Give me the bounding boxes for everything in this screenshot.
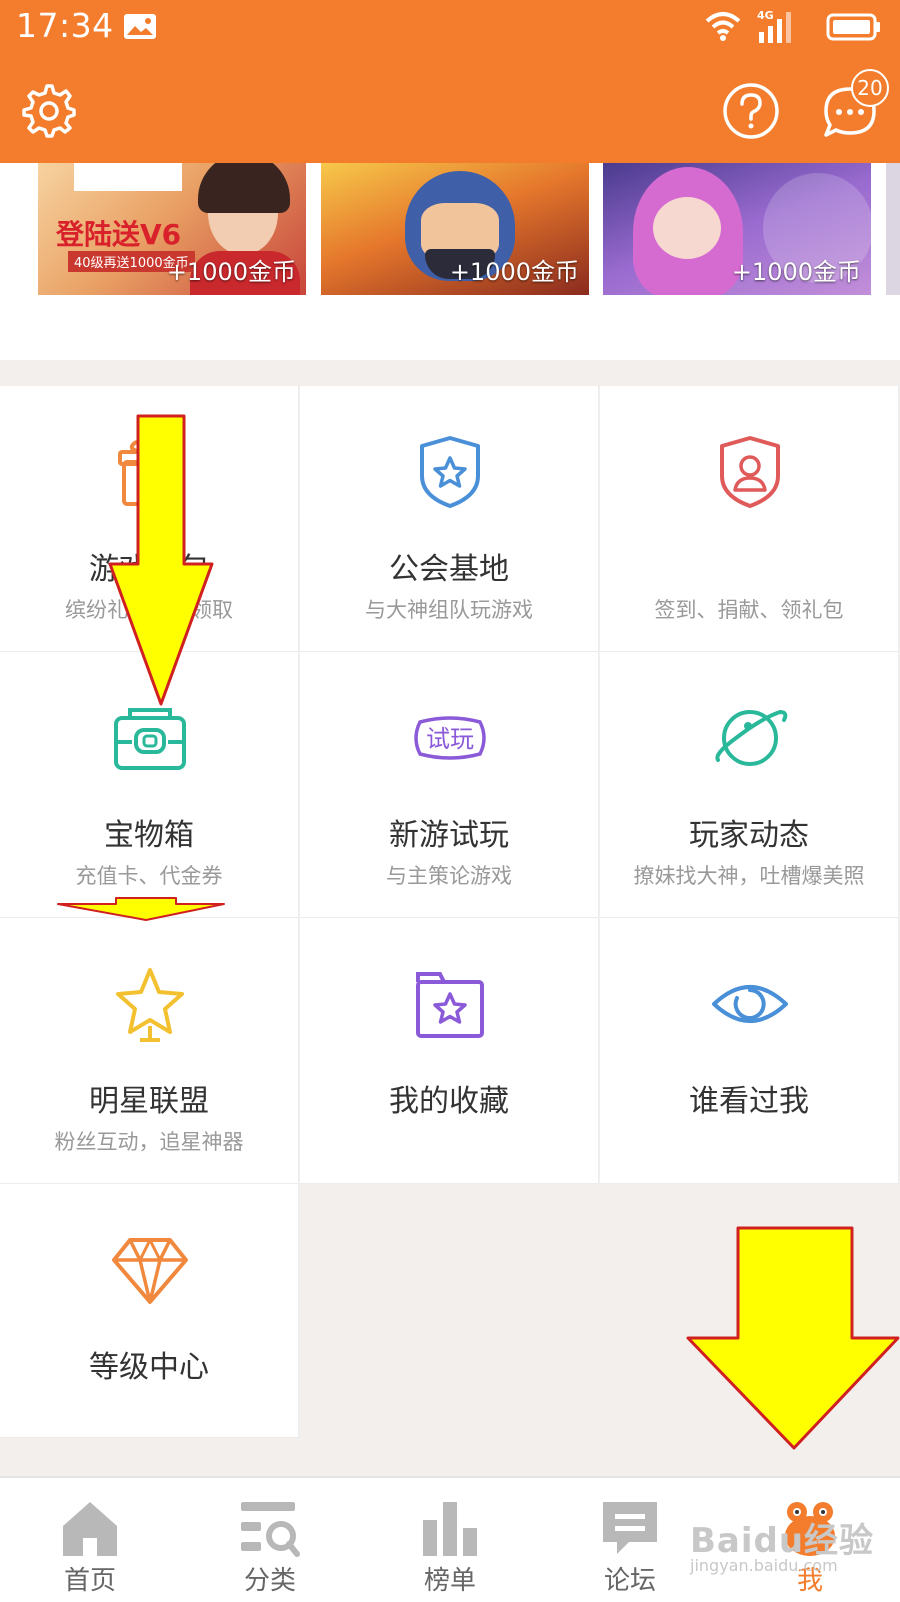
grid-item-signin[interactable]: 签到、捐献、领礼包 xyxy=(600,386,899,652)
battery-icon xyxy=(826,13,880,41)
banner-strip: 登陆送V6 40级再送1000金币 +1000金币 +1000金币 +1000金… xyxy=(0,163,900,360)
treasure-box-icon xyxy=(114,708,186,770)
banner-figure-face xyxy=(653,197,721,259)
status-time: 17:34 xyxy=(16,6,114,45)
shield-user-icon xyxy=(720,436,780,508)
grid-item-treasure-box[interactable]: 宝物箱 充值卡、代金券 xyxy=(0,652,299,918)
gallery-notification-icon xyxy=(124,14,156,39)
grid-item-subtitle: 缤纷礼包任你领取 xyxy=(65,598,233,622)
eye-icon xyxy=(712,985,788,1023)
wifi-icon xyxy=(705,12,741,41)
diamond-icon xyxy=(112,1238,188,1304)
grid-item-game-gift[interactable]: 游戏礼包 缤纷礼包任你领取 xyxy=(0,386,299,652)
signal-4g-icon: 4G xyxy=(757,9,791,43)
grid-item-title: 宝物箱 xyxy=(104,818,194,853)
grid-item-title: 明星联盟 xyxy=(89,1084,209,1119)
trial-play-icon: 试玩 xyxy=(414,716,486,760)
banner-headline: 登陆送V6 xyxy=(56,218,182,251)
banner-card[interactable]: +1000金币 xyxy=(321,163,589,295)
nav-item-ranking[interactable]: 榜单 xyxy=(360,1478,540,1602)
planet-icon xyxy=(715,709,788,766)
grid-item-favorites[interactable]: 我的收藏 xyxy=(300,918,599,1184)
nav-label: 榜单 xyxy=(423,1566,476,1596)
grid-item-title: 游戏礼包 xyxy=(89,552,209,587)
nav-item-home[interactable]: 首页 xyxy=(0,1478,180,1602)
settings-icon[interactable] xyxy=(21,83,77,139)
app-header: 17:34 4G 20 xyxy=(0,0,900,163)
grid-item-level-center[interactable]: 等级中心 xyxy=(0,1184,299,1438)
grid-item-player-feed[interactable]: 玩家动态 撩妹找大神，吐槽爆美照 xyxy=(600,652,899,918)
banner-reward: +1000金币 xyxy=(449,258,579,286)
grid-item-new-game-trial[interactable]: 试玩 新游试玩 与主策论游戏 xyxy=(300,652,599,918)
watermark-url: jingyan.baidu.com xyxy=(690,1556,838,1575)
grid-item-title: 公会基地 xyxy=(389,552,509,587)
grid-item-title: 谁看过我 xyxy=(689,1084,809,1119)
watermark-brand: Baidu经验 xyxy=(690,1521,875,1561)
grid-item-subtitle: 签到、捐献、领礼包 xyxy=(654,598,844,622)
help-icon[interactable] xyxy=(722,82,780,140)
category-icon xyxy=(241,1502,300,1557)
star-icon xyxy=(116,968,184,1042)
banner-card[interactable]: +1000金币 xyxy=(603,163,871,295)
forum-icon xyxy=(603,1502,657,1554)
nav-label: 分类 xyxy=(243,1566,296,1596)
ranking-icon xyxy=(423,1502,477,1556)
grid-item-title: 新游试玩 xyxy=(389,818,509,853)
grid-item-subtitle: 撩妹找大神，吐槽爆美照 xyxy=(633,864,865,888)
annotation-arrow-down-nav xyxy=(686,1226,900,1450)
grid-item-title: 我的收藏 xyxy=(389,1084,509,1119)
shield-star-icon xyxy=(420,436,480,508)
grid-item-subtitle: 与大神组队玩游戏 xyxy=(365,598,533,622)
nav-label: 首页 xyxy=(63,1566,116,1596)
favorite-folder-icon xyxy=(416,972,484,1038)
grid-item-guild[interactable]: 公会基地 与大神组队玩游戏 xyxy=(300,386,599,652)
gift-icon xyxy=(118,440,182,506)
banner-figure-hair xyxy=(198,163,290,213)
nav-item-category[interactable]: 分类 xyxy=(180,1478,360,1602)
grid-item-title: 玩家动态 xyxy=(689,818,809,853)
grid-item-star-league[interactable]: 明星联盟 粉丝互动，追星神器 xyxy=(0,918,299,1184)
banner-reward: +1000金币 xyxy=(731,258,861,286)
banner-card-partial[interactable] xyxy=(886,163,900,295)
banner-card[interactable]: 登陆送V6 40级再送1000金币 +1000金币 xyxy=(38,163,306,295)
grid-item-subtitle: 充值卡、代金券 xyxy=(75,864,223,888)
grid-item-title: 等级中心 xyxy=(89,1350,209,1385)
svg-text:试玩: 试玩 xyxy=(426,725,474,753)
grid-item-subtitle: 与主策论游戏 xyxy=(386,864,512,888)
svg-text:4G: 4G xyxy=(757,9,774,22)
message-count-badge: 20 xyxy=(851,69,889,107)
home-icon xyxy=(63,1502,117,1556)
grid-item-subtitle: 粉丝互动，追星神器 xyxy=(54,1130,244,1154)
banner-redaction xyxy=(74,163,182,191)
grid-item-visitors[interactable]: 谁看过我 xyxy=(600,918,899,1184)
banner-reward: +1000金币 xyxy=(166,258,296,286)
